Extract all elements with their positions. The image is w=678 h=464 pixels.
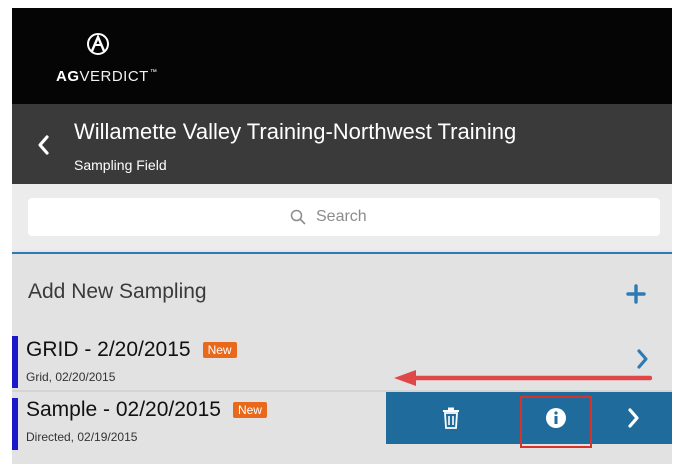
trash-icon bbox=[443, 407, 459, 429]
sampling-subtitle: Grid, 02/20/2015 bbox=[26, 370, 116, 384]
list-background bbox=[12, 452, 672, 464]
search-field[interactable] bbox=[28, 198, 660, 236]
app-screen: AG VERDICT ™ Willamette Valley Training-No… bbox=[12, 8, 672, 464]
agverdict-logo-icon bbox=[87, 33, 109, 55]
search-input[interactable] bbox=[314, 207, 398, 227]
brand-logo-text: AG VERDICT ™ bbox=[56, 68, 158, 85]
search-icon bbox=[290, 209, 306, 225]
chevron-right-icon bbox=[628, 408, 639, 428]
chevron-right-icon[interactable] bbox=[636, 348, 650, 370]
info-highlight-annotation bbox=[520, 396, 592, 448]
plus-icon[interactable] bbox=[626, 284, 646, 304]
delete-button[interactable] bbox=[386, 392, 516, 444]
page-title: Willamette Valley Training-Northwest Tra… bbox=[74, 119, 517, 144]
add-new-sampling-label: Add New Sampling bbox=[28, 280, 207, 303]
sampling-title-row: Sample - 02/20/2015 New bbox=[26, 398, 267, 422]
sampling-title-row: GRID - 2/20/2015 New bbox=[26, 338, 237, 362]
row-marker bbox=[12, 398, 18, 450]
sampling-title: GRID - 2/20/2015 bbox=[26, 338, 191, 361]
swipe-actions-panel bbox=[386, 392, 672, 448]
top-bar: AG VERDICT ™ bbox=[12, 8, 672, 104]
sampling-subtitle: Directed, 02/19/2015 bbox=[26, 430, 138, 444]
new-badge: New bbox=[232, 402, 267, 418]
row-marker bbox=[12, 336, 18, 388]
open-button[interactable] bbox=[596, 392, 672, 444]
swipe-left-arrow-icon bbox=[394, 370, 652, 386]
new-badge: New bbox=[202, 342, 237, 358]
back-chevron-icon[interactable] bbox=[36, 134, 50, 156]
sampling-title: Sample - 02/20/2015 bbox=[26, 398, 221, 421]
page-subtitle: Sampling Field bbox=[74, 157, 167, 173]
